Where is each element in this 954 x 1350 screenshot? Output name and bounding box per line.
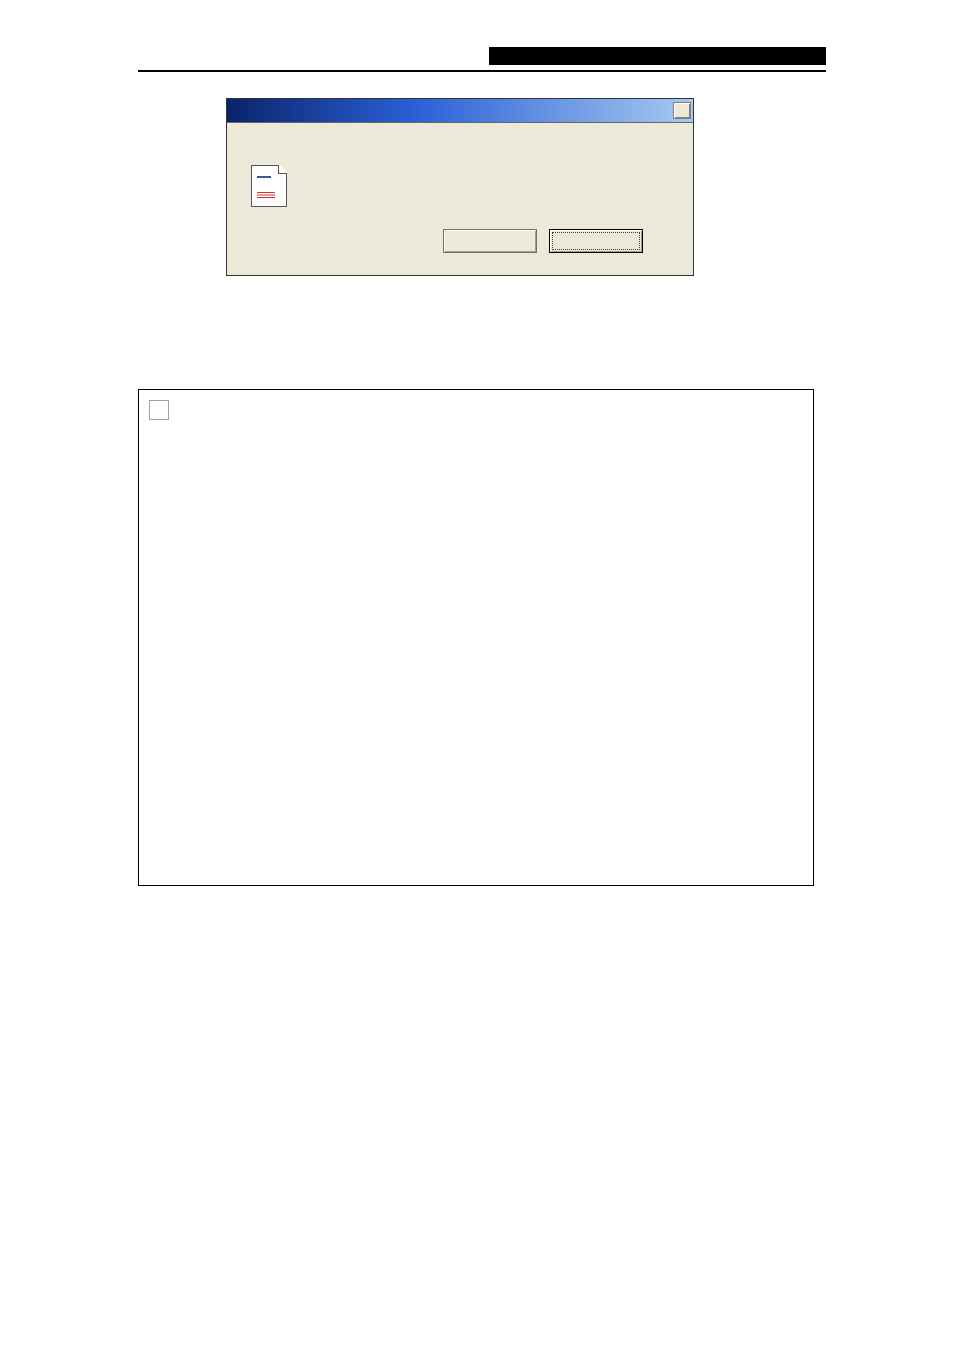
dialog-body [227, 123, 693, 275]
figure-placeholder [138, 389, 814, 886]
dialog-content-row [251, 165, 669, 207]
close-button[interactable] [673, 102, 691, 119]
file-download-dialog [226, 98, 694, 276]
dialog-buttons [251, 229, 669, 253]
dialog-titlebar [227, 99, 693, 123]
cancel-button[interactable] [549, 229, 643, 253]
broken-image-icon [149, 400, 169, 420]
save-button[interactable] [443, 229, 537, 253]
header-black-bar [489, 47, 826, 65]
header-rule [138, 70, 826, 72]
file-icon [251, 165, 287, 207]
page [0, 0, 954, 50]
